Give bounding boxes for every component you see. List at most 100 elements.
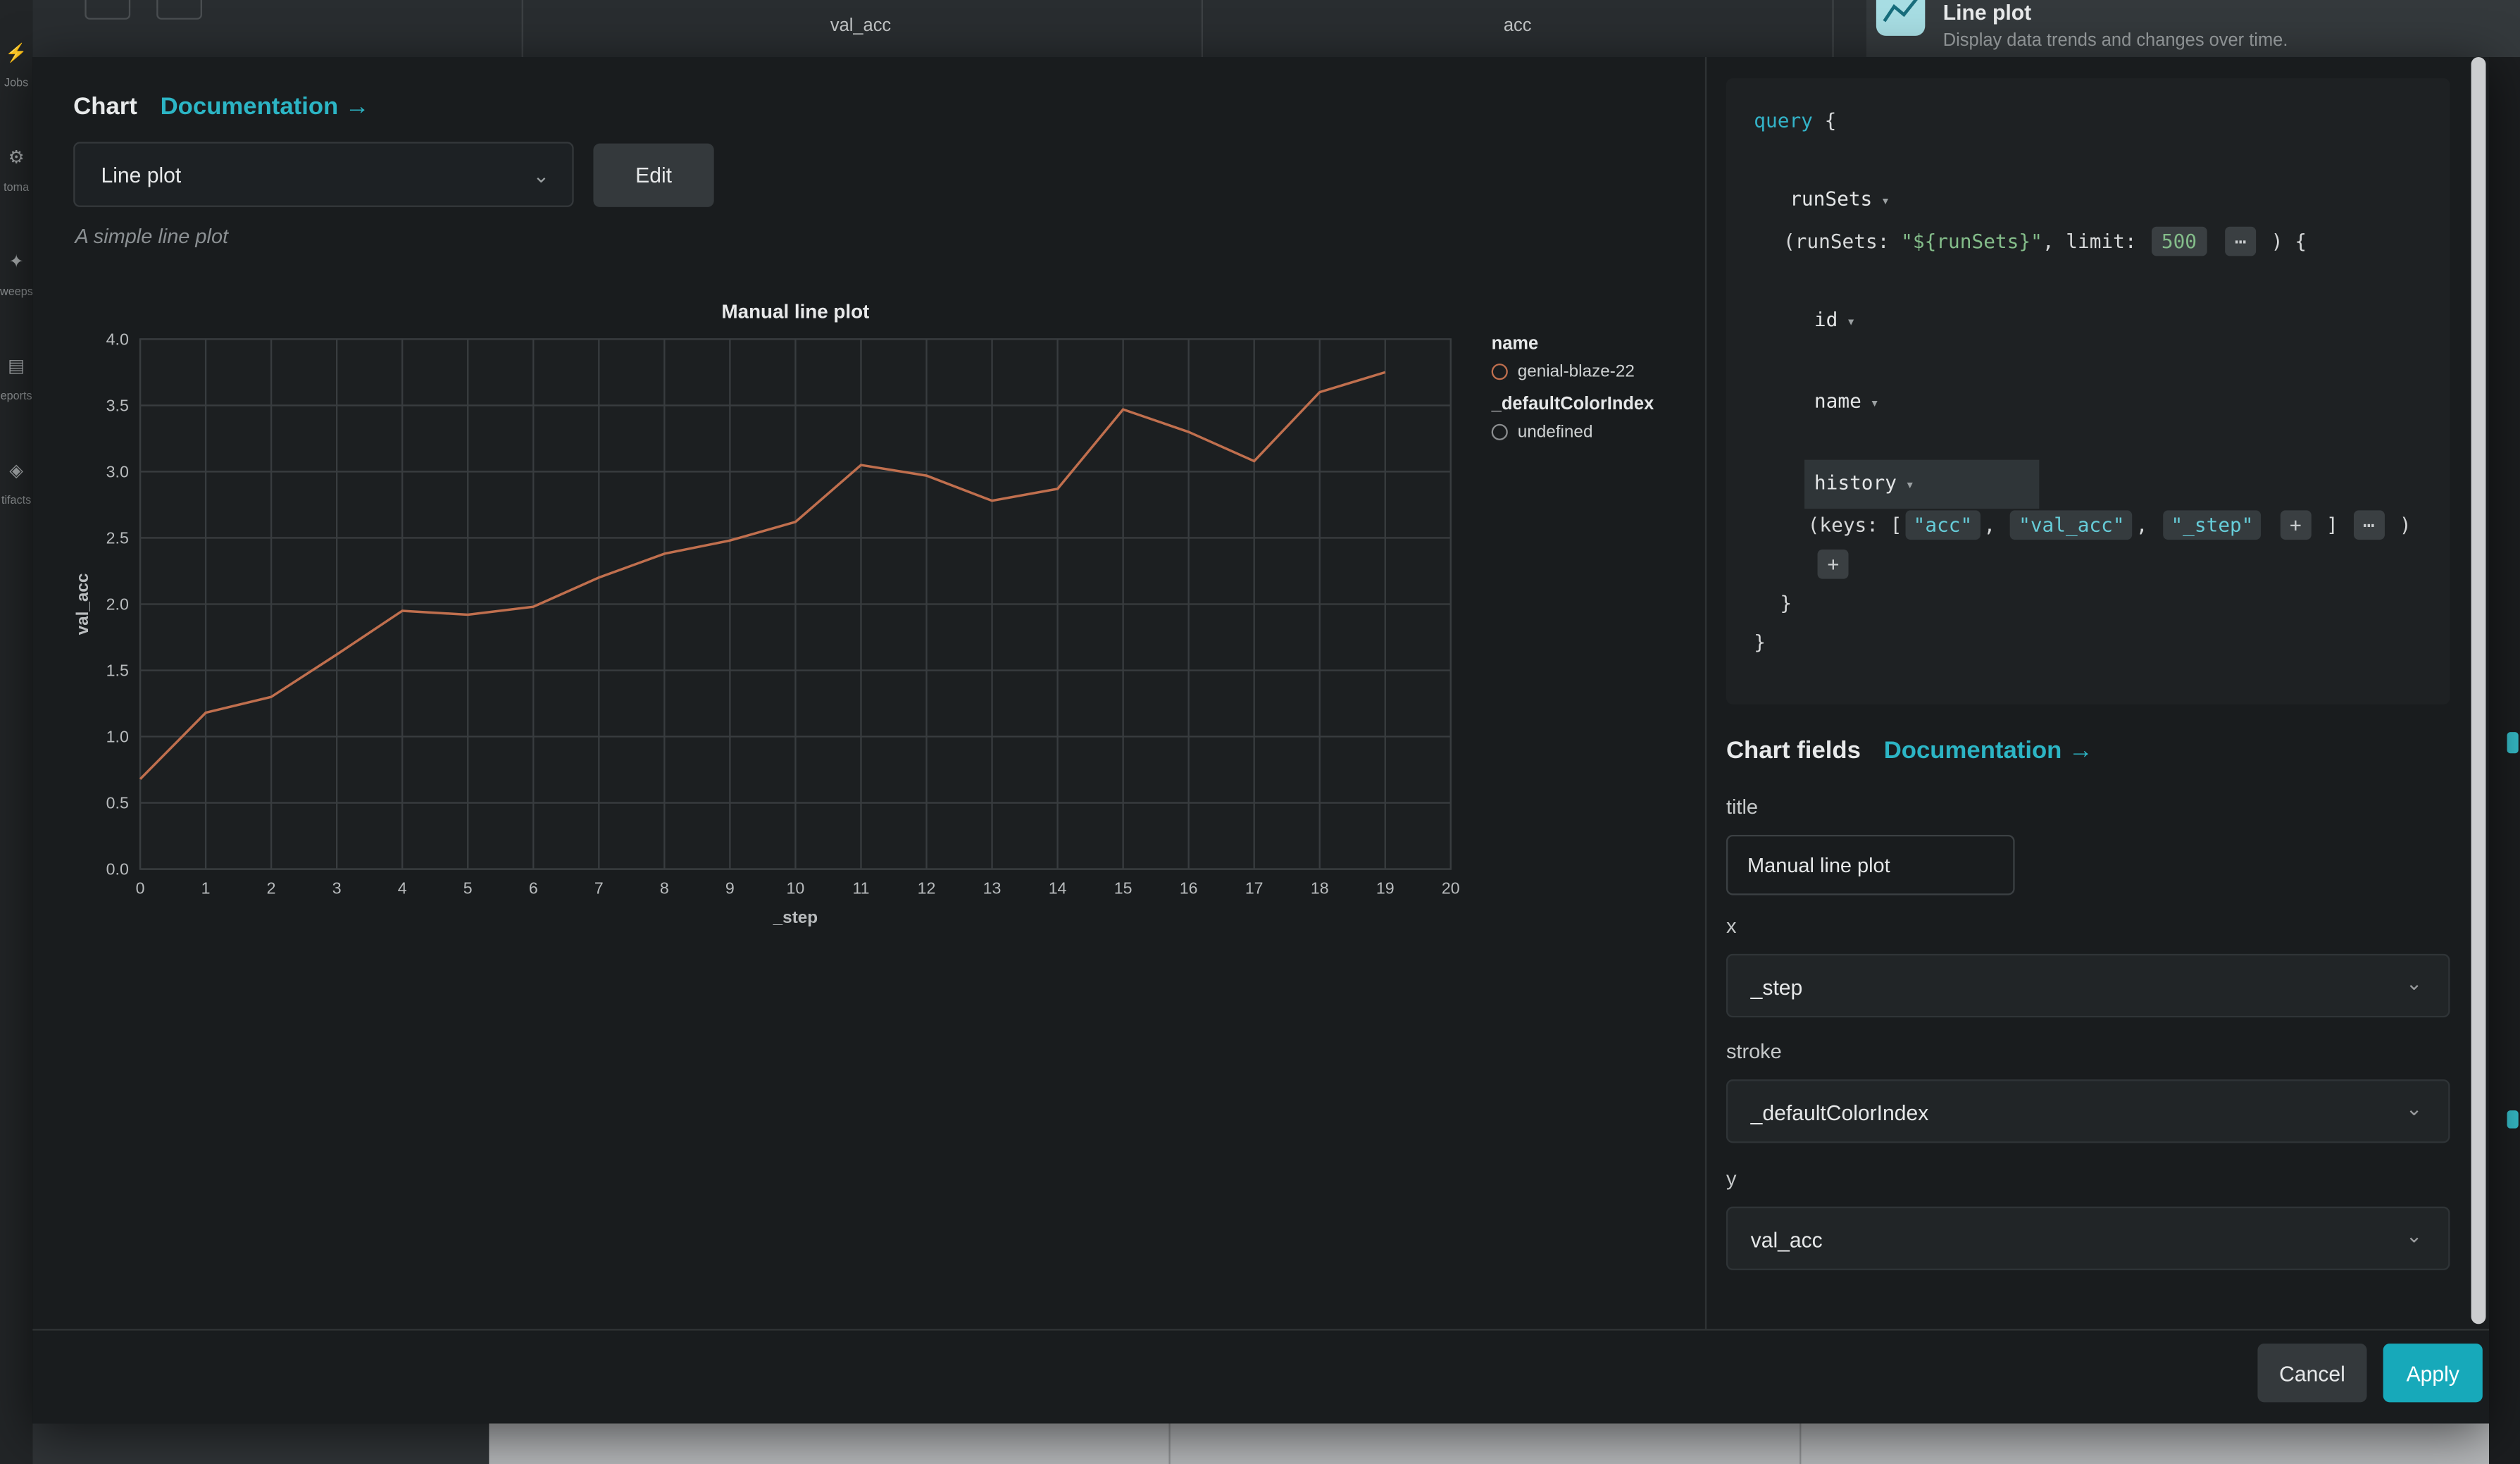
panel-mini-button bbox=[156, 0, 202, 20]
query-text: { bbox=[1825, 109, 1837, 132]
line-chart-svg: 012345678910111213141516171819200.00.51.… bbox=[66, 294, 1467, 933]
svg-text:0: 0 bbox=[136, 879, 145, 897]
jobs-icon: ⚡ bbox=[0, 42, 32, 65]
sidebar-item-automations[interactable]: ⚙ toma bbox=[0, 147, 32, 194]
query-line: } bbox=[1726, 623, 2450, 662]
panel-mini-button bbox=[85, 0, 130, 20]
sweeps-icon: ✦ bbox=[0, 251, 32, 273]
legend-dot-icon bbox=[1492, 424, 1508, 440]
svg-text:1.0: 1.0 bbox=[106, 728, 129, 746]
app-sidebar: ⚡ Jobs ⚙ toma ✦ weeps ▤ eports ◈ tifacts bbox=[0, 0, 32, 1464]
query-chip[interactable]: ⋯ bbox=[2353, 510, 2385, 540]
sidebar-item-label: eports bbox=[0, 391, 32, 402]
stroke-field-select[interactable]: _defaultColorIndex ⌄ bbox=[1726, 1079, 2450, 1143]
query-string: "${runSets}" bbox=[1901, 230, 2042, 252]
svg-text:0.5: 0.5 bbox=[106, 794, 129, 812]
query-chip[interactable]: + bbox=[2280, 510, 2312, 540]
picker-card-title: Line plot bbox=[1943, 0, 2031, 25]
cancel-button[interactable]: Cancel bbox=[2257, 1344, 2366, 1402]
sidebar-item-label: tifacts bbox=[0, 496, 32, 507]
legend-entry: undefined bbox=[1492, 422, 1695, 442]
query-field-caret[interactable]: ▾ bbox=[1838, 315, 1855, 331]
table-divider bbox=[1168, 1423, 1170, 1464]
panel-type-card-line-plot[interactable]: Line plot Display data trends and change… bbox=[1866, 0, 2520, 57]
query-text: (keys: [ bbox=[1808, 514, 1902, 536]
query-text: , bbox=[2136, 514, 2159, 536]
title-input[interactable] bbox=[1726, 835, 2015, 895]
sidebar-item-artifacts[interactable]: ◈ tifacts bbox=[0, 460, 32, 507]
chart-fields-doc-link[interactable]: Documentation → bbox=[1884, 737, 2093, 764]
apply-button[interactable]: Apply bbox=[2383, 1344, 2483, 1402]
background-panels-strip: val_acc acc Line plot Display data trend… bbox=[32, 0, 2520, 57]
svg-text:4.0: 4.0 bbox=[106, 330, 129, 348]
svg-text:4: 4 bbox=[398, 879, 407, 897]
modal-header: Chart Documentation → bbox=[73, 93, 369, 120]
svg-text:_step: _step bbox=[773, 908, 818, 927]
svg-text:13: 13 bbox=[983, 879, 1002, 897]
line-plot-icon bbox=[1876, 0, 1925, 36]
x-field-value: _step bbox=[1751, 975, 1803, 1000]
sidebar-item-jobs[interactable]: ⚡ Jobs bbox=[0, 42, 32, 89]
query-field-caret[interactable]: ▾ bbox=[1872, 194, 1890, 210]
svg-text:16: 16 bbox=[1180, 879, 1198, 897]
field-label-y: y bbox=[1726, 1167, 1736, 1190]
query-editor: query {runSets ▾(runSets: "${runSets}", … bbox=[1726, 78, 2450, 705]
chart-type-select[interactable]: Line plot ⌄ bbox=[73, 142, 574, 207]
panel-divider bbox=[522, 0, 523, 57]
svg-text:14: 14 bbox=[1049, 879, 1067, 897]
reports-icon: ▤ bbox=[0, 356, 32, 378]
sidebar-item-reports[interactable]: ▤ eports bbox=[0, 356, 32, 403]
chevron-down-icon: ⌄ bbox=[2406, 953, 2422, 1016]
query-line: runSets ▾ bbox=[1726, 180, 2450, 222]
svg-text:2.0: 2.0 bbox=[106, 595, 129, 614]
x-field-select[interactable]: _step ⌄ bbox=[1726, 954, 2450, 1017]
query-field-name[interactable]: runSets bbox=[1790, 187, 1872, 210]
query-text: } bbox=[1780, 592, 1792, 614]
chevron-down-icon: ⌄ bbox=[2406, 1078, 2422, 1141]
query-field-name[interactable]: name bbox=[1814, 390, 1861, 412]
sidebar-item-label: toma bbox=[0, 182, 32, 194]
svg-text:9: 9 bbox=[725, 879, 735, 897]
query-key-chip[interactable]: "acc" bbox=[1905, 510, 1981, 540]
field-label-x: x bbox=[1726, 914, 1736, 937]
chart-editor-modal: Chart Documentation → Line plot ⌄ Edit A… bbox=[32, 57, 2489, 1423]
svg-text:11: 11 bbox=[852, 879, 869, 897]
panel-title-acc: acc bbox=[1504, 16, 1532, 36]
cropped-icon bbox=[2507, 1110, 2519, 1128]
field-label-title: title bbox=[1726, 795, 1758, 818]
edit-button[interactable]: Edit bbox=[593, 144, 713, 207]
legend-entry-label: undefined bbox=[1518, 422, 1593, 442]
svg-text:1.5: 1.5 bbox=[106, 662, 129, 680]
query-chip[interactable]: + bbox=[1818, 550, 1850, 579]
query-text: ) { bbox=[2259, 230, 2307, 252]
cropped-icon bbox=[2507, 732, 2519, 753]
query-key-chip[interactable]: "val_acc" bbox=[2011, 510, 2133, 540]
svg-text:3: 3 bbox=[332, 879, 342, 897]
query-line: + bbox=[1726, 545, 2450, 584]
modal-scrollbar[interactable] bbox=[2471, 57, 2486, 1324]
query-field-caret[interactable]: ▾ bbox=[1861, 396, 1879, 412]
background-bottom-left bbox=[32, 1423, 489, 1464]
svg-text:0.0: 0.0 bbox=[106, 860, 129, 879]
query-text: (runSets: bbox=[1783, 230, 1901, 252]
query-text: , bbox=[1983, 514, 2007, 536]
query-line: id ▾ bbox=[1726, 300, 2450, 342]
y-field-select[interactable]: val_acc ⌄ bbox=[1726, 1207, 2450, 1270]
query-field-name[interactable]: id bbox=[1814, 308, 1838, 330]
query-field-caret[interactable]: ▾ bbox=[1897, 478, 1914, 494]
panel-title-val-acc: val_acc bbox=[830, 16, 891, 36]
query-chip[interactable]: ⋯ bbox=[2225, 227, 2257, 256]
query-value-chip[interactable]: 500 bbox=[2152, 227, 2207, 256]
modal-title: Chart bbox=[73, 93, 137, 120]
svg-text:3.0: 3.0 bbox=[106, 463, 129, 481]
chart-type-value: Line plot bbox=[101, 163, 181, 187]
field-label-stroke: stroke bbox=[1726, 1041, 1782, 1063]
sidebar-item-sweeps[interactable]: ✦ weeps bbox=[0, 251, 32, 298]
legend-entry: genial-blaze-22 bbox=[1492, 362, 1695, 382]
panel-divider bbox=[1832, 0, 1833, 57]
query-field-name[interactable]: history bbox=[1814, 471, 1897, 494]
chart-legend: name genial-blaze-22 _defaultColorIndex … bbox=[1492, 334, 1695, 454]
chart-doc-link[interactable]: Documentation → bbox=[161, 93, 370, 120]
query-key-chip[interactable]: "_step" bbox=[2163, 510, 2262, 540]
query-text bbox=[2265, 514, 2277, 536]
